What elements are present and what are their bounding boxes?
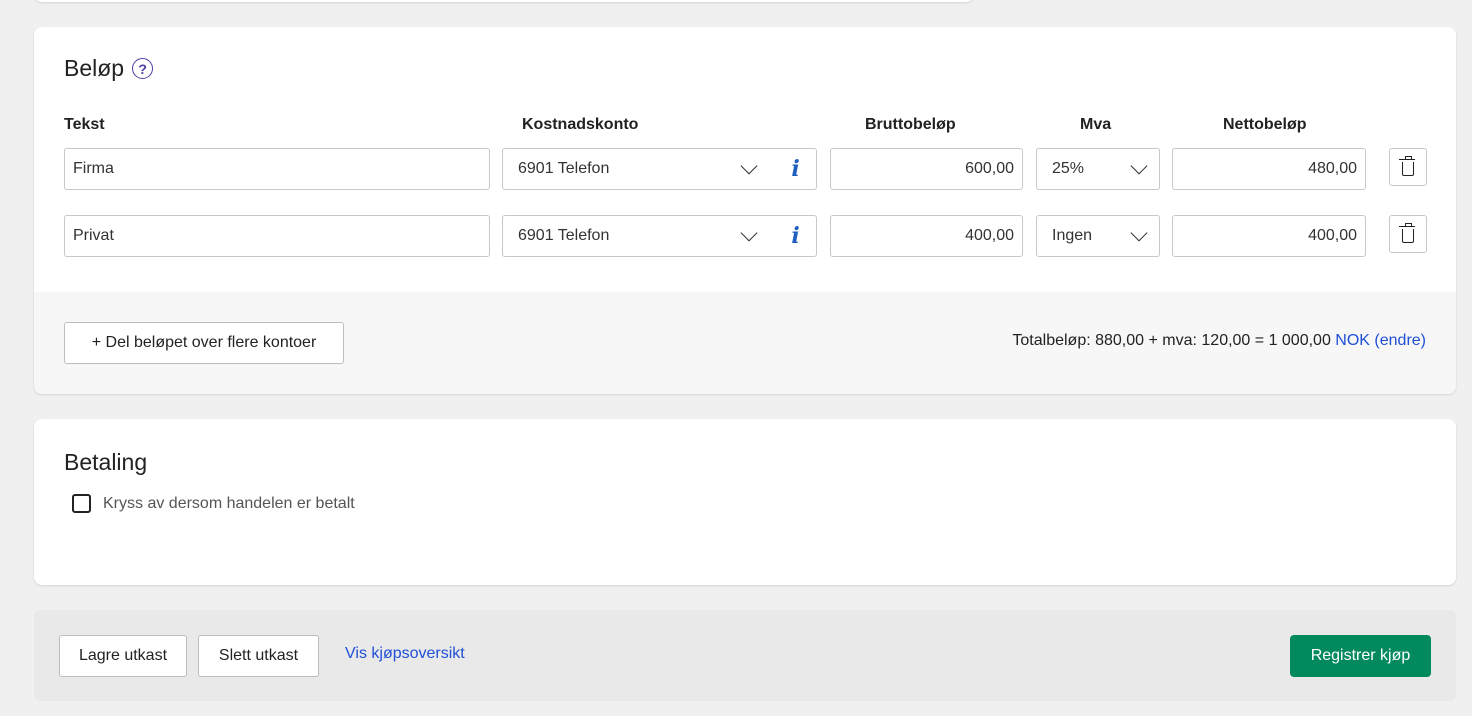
- info-icon[interactable]: i: [775, 215, 817, 257]
- tekst-input-row-2[interactable]: Privat: [64, 215, 490, 257]
- paid-checkbox-row[interactable]: Kryss av dersom handelen er betalt: [72, 494, 355, 513]
- netto-input-row-2[interactable]: 400,00: [1172, 215, 1366, 257]
- betaling-section: Betaling Kryss av dersom handelen er bet…: [34, 419, 1456, 585]
- trash-icon: [1399, 223, 1415, 243]
- action-bar: Lagre utkast Slett utkast Vis kjøpsovers…: [34, 610, 1456, 701]
- belop-section: Beløp ? Tekst Kostnadskonto Bruttobeløp …: [34, 27, 1456, 394]
- column-header-nettobelop: Nettobeløp: [1223, 116, 1307, 133]
- total-summary: Totalbeløp: 880,00 + mva: 120,00 = 1 000…: [1012, 332, 1426, 350]
- question-circle-icon[interactable]: ?: [132, 58, 154, 79]
- mva-select-row-2[interactable]: Ingen: [1036, 215, 1160, 257]
- belop-footer: + Del beløpet over flere kontoer Totalbe…: [34, 292, 1456, 394]
- column-header-mva: Mva: [1080, 116, 1112, 133]
- chevron-down-icon: [740, 224, 758, 242]
- brutto-input-row-2[interactable]: 400,00: [830, 215, 1023, 257]
- tekst-value: Firma: [73, 160, 114, 177]
- paid-checkbox-label: Kryss av dersom handelen er betalt: [103, 494, 355, 512]
- belop-heading: Beløp ?: [64, 55, 154, 82]
- netto-value: 400,00: [1308, 227, 1357, 244]
- column-header-tekst: Tekst: [64, 116, 105, 133]
- belop-title: Beløp: [64, 55, 125, 81]
- tekst-value: Privat: [73, 227, 114, 244]
- chevron-down-icon: [1130, 224, 1148, 242]
- register-purchase-button[interactable]: Registrer kjøp: [1290, 635, 1431, 677]
- delete-draft-button[interactable]: Slett utkast: [198, 635, 319, 677]
- delete-row-button[interactable]: [1389, 215, 1427, 253]
- betaling-title: Betaling: [64, 449, 148, 475]
- mva-select-row-1[interactable]: 25%: [1036, 148, 1160, 190]
- info-icon[interactable]: i: [775, 148, 817, 190]
- trash-icon: [1399, 156, 1415, 176]
- save-draft-button[interactable]: Lagre utkast: [59, 635, 187, 677]
- total-text: Totalbeløp: 880,00 + mva: 120,00 = 1 000…: [1012, 332, 1331, 349]
- kostnadskonto-value: 6901 Telefon: [518, 227, 610, 244]
- tekst-input-row-1[interactable]: Firma: [64, 148, 490, 190]
- chevron-down-icon: [1130, 157, 1148, 175]
- kostnadskonto-select-row-2[interactable]: 6901 Telefon: [502, 215, 776, 257]
- info-glyph: i: [791, 156, 800, 182]
- split-amount-button[interactable]: + Del beløpet over flere kontoer: [64, 322, 344, 364]
- view-purchases-link[interactable]: Vis kjøpsoversikt: [345, 645, 465, 663]
- delete-row-button[interactable]: [1389, 148, 1427, 186]
- brutto-value: 400,00: [965, 227, 1014, 244]
- netto-value: 480,00: [1308, 160, 1357, 177]
- paid-checkbox[interactable]: [72, 494, 91, 513]
- column-header-kostnadskonto: Kostnadskonto: [522, 116, 639, 133]
- info-glyph: i: [791, 223, 800, 249]
- kostnadskonto-value: 6901 Telefon: [518, 160, 610, 177]
- previous-card-edge: [34, 0, 974, 2]
- brutto-input-row-1[interactable]: 600,00: [830, 148, 1023, 190]
- kostnadskonto-select-row-1[interactable]: 6901 Telefon: [502, 148, 776, 190]
- mva-value: 25%: [1052, 160, 1085, 177]
- currency-change-link[interactable]: NOK (endre): [1335, 332, 1426, 349]
- brutto-value: 600,00: [965, 160, 1014, 177]
- column-header-bruttobelop: Bruttobeløp: [865, 116, 956, 133]
- mva-value: Ingen: [1052, 227, 1093, 244]
- netto-input-row-1[interactable]: 480,00: [1172, 148, 1366, 190]
- chevron-down-icon: [740, 157, 758, 175]
